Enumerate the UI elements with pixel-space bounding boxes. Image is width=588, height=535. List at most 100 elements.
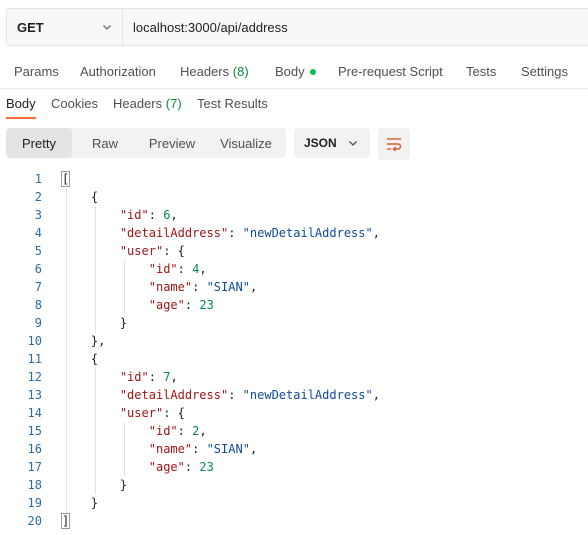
code-text: "age": 23: [148, 460, 214, 474]
code-line: 13 "detailAddress": "newDetailAddress",: [0, 386, 588, 404]
code-text: "age": 23: [148, 298, 214, 312]
tab-label: Params: [14, 64, 59, 79]
chevron-down-icon: [349, 141, 357, 146]
code-text: "id": 7,: [119, 370, 178, 384]
code-text: "id": 6,: [119, 208, 178, 222]
line-number: 15: [27, 424, 42, 438]
line-number: 3: [34, 208, 42, 222]
line-number: 6: [34, 262, 42, 276]
code-line: 11 {: [0, 350, 588, 368]
option-label: Raw: [91, 135, 118, 151]
line-number: 9: [34, 316, 42, 330]
line-number: 13: [27, 388, 42, 402]
line-number: 17: [27, 460, 42, 474]
code-text: ]: [60, 513, 71, 529]
code-line: 1[: [0, 170, 588, 188]
format-segmented-control: Pretty Raw Preview Visualize: [6, 128, 286, 158]
response-tab-test-results[interactable]: Test Results: [197, 96, 268, 111]
tab-label: Test Results: [197, 96, 268, 111]
format-pretty-button[interactable]: Pretty: [6, 128, 72, 158]
code-text: {: [90, 190, 99, 204]
line-number: 1: [34, 172, 42, 186]
code-line: 14 "user": {: [0, 404, 588, 422]
tab-label: Headers: [180, 64, 230, 79]
tab-label: Body: [275, 64, 305, 79]
response-tab-body[interactable]: Body: [6, 96, 36, 111]
option-label: Visualize: [220, 135, 272, 151]
tab-pre-request-script[interactable]: Pre-request Script: [338, 64, 443, 79]
option-label: Preview: [148, 135, 196, 151]
request-tabs: Params Authorization Headers (8) Body Pr…: [0, 56, 588, 90]
section-divider: [0, 88, 588, 89]
method-select[interactable]: GET: [7, 9, 123, 45]
line-number: 14: [27, 406, 42, 420]
response-tab-headers[interactable]: Headers (7): [113, 96, 182, 111]
tab-label: Cookies: [51, 96, 98, 111]
tab-params[interactable]: Params: [14, 64, 59, 79]
active-tab-underline: [6, 117, 36, 119]
headers-count: (8): [232, 64, 249, 79]
wrap-lines-button[interactable]: [378, 128, 410, 160]
format-preview-button[interactable]: Preview: [138, 128, 206, 158]
code-line: 5 "user": {: [0, 242, 588, 260]
tab-label: Pre-request Script: [338, 64, 443, 79]
code-line: 12 "id": 7,: [0, 368, 588, 386]
tab-label: Body: [6, 96, 36, 111]
format-visualize-button[interactable]: Visualize: [206, 128, 286, 158]
code-text: }: [119, 478, 128, 492]
tab-tests[interactable]: Tests: [466, 64, 496, 79]
line-number: 7: [34, 280, 42, 294]
method-label: GET: [17, 19, 44, 35]
line-number: 2: [34, 190, 42, 204]
line-number: 19: [27, 496, 42, 510]
line-number: 18: [27, 478, 42, 492]
tab-label: Settings: [521, 64, 568, 79]
line-number: 16: [27, 442, 42, 456]
headers-count: (7): [165, 96, 182, 111]
body-indicator-dot: [309, 68, 316, 75]
line-number: 12: [27, 370, 42, 384]
option-label: Pretty: [22, 135, 56, 151]
code-line: 19}: [0, 494, 588, 512]
tab-authorization[interactable]: Authorization: [80, 64, 156, 79]
language-label: JSON: [304, 136, 337, 150]
tab-body[interactable]: Body: [275, 64, 316, 79]
line-number: 11: [27, 352, 42, 366]
wrap-lines-icon: [387, 138, 402, 152]
code-text: "id": 2,: [148, 424, 207, 438]
code-line: 18}: [0, 476, 588, 494]
code-text: "user": {: [119, 406, 185, 420]
code-text: "user": {: [119, 244, 185, 258]
url-input[interactable]: localhost:3000/api/address: [123, 9, 588, 45]
code-line: 4 "detailAddress": "newDetailAddress",: [0, 224, 588, 242]
line-number: 10: [27, 334, 42, 348]
code-text: "id": 4,: [148, 262, 207, 276]
url-value: localhost:3000/api/address: [133, 19, 288, 35]
postman-request-view: GET localhost:3000/api/address Params Au…: [0, 0, 588, 535]
code-line: 9}: [0, 314, 588, 332]
request-url-bar: GET localhost:3000/api/address: [6, 8, 588, 46]
line-number: 4: [34, 226, 42, 240]
code-text: }: [90, 496, 99, 510]
code-text: "name": "SIAN",: [148, 280, 258, 294]
response-tab-cookies[interactable]: Cookies: [51, 96, 98, 111]
code-text: "name": "SIAN",: [148, 442, 258, 456]
code-line: 15 "id": 2,: [0, 422, 588, 440]
code-line: 7 "name": "SIAN",: [0, 278, 588, 296]
format-raw-button[interactable]: Raw: [72, 128, 138, 158]
code-line: 20]: [0, 512, 588, 530]
code-text: },: [90, 334, 106, 348]
code-text: "detailAddress": "newDetailAddress",: [119, 226, 380, 240]
code-line: 8 "age": 23: [0, 296, 588, 314]
tab-label: Tests: [466, 64, 497, 79]
line-number: 8: [34, 298, 42, 312]
chevron-down-icon: [103, 25, 111, 30]
tab-settings[interactable]: Settings: [521, 64, 568, 79]
line-number: 20: [27, 514, 42, 528]
tab-label: Headers: [113, 96, 163, 111]
language-select[interactable]: JSON: [294, 128, 370, 158]
code-text: [: [60, 171, 71, 187]
tab-headers[interactable]: Headers (8): [180, 64, 249, 79]
code-text: }: [119, 316, 128, 330]
code-line: 6 "id": 4,: [0, 260, 588, 278]
